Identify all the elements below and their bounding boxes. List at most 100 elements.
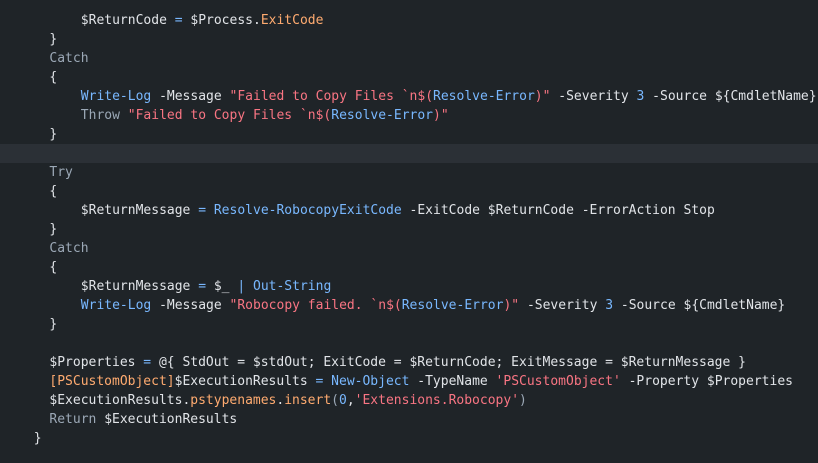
- code-token: "Failed to Copy Files `n$(: [127, 108, 332, 123]
- code-line-text: Catch: [49, 239, 88, 258]
- code-token: $ExecutionResults: [174, 374, 308, 389]
- code-token: )": [433, 108, 449, 123]
- code-token: =: [166, 13, 191, 28]
- code-token: pstypenames: [190, 393, 277, 408]
- code-line[interactable]: Return $ExecutionResults: [0, 410, 818, 429]
- code-line[interactable]: $ExecutionResults.pstypenames.insert(0,'…: [0, 391, 818, 410]
- code-line[interactable]: Write-Log -Message "Robocopy failed. `n$…: [0, 296, 818, 315]
- code-line-text: Write-Log -Message "Robocopy failed. `n$…: [81, 296, 785, 315]
- code-token: }: [49, 32, 58, 47]
- code-token: -TypeName: [409, 374, 496, 389]
- code-line-text: Throw "Failed to Copy Files `n$(Resolve-…: [81, 106, 449, 125]
- code-token: =: [135, 355, 159, 370]
- code-token: .: [253, 13, 261, 28]
- code-token: -Severity: [519, 298, 606, 313]
- code-line-text: Catch: [49, 49, 88, 68]
- code-token: $ReturnCode: [487, 203, 574, 218]
- code-line[interactable]: {: [0, 182, 818, 201]
- code-token: -Message: [151, 89, 230, 104]
- code-token: -Source: [613, 298, 684, 313]
- code-token: Throw: [80, 108, 120, 123]
- code-token: {: [49, 260, 58, 275]
- code-line-text: $ReturnCode = $Process.ExitCode: [81, 11, 324, 30]
- code-token: }: [33, 431, 42, 446]
- code-token: (: [331, 393, 339, 408]
- code-token: $ExecutionResults: [104, 412, 238, 427]
- code-token: $Properties: [49, 355, 136, 370]
- code-token: [PSCustomObject]: [49, 374, 175, 389]
- code-token: )": [503, 298, 520, 313]
- code-line-text: {: [49, 68, 57, 87]
- code-editor[interactable]: $ReturnCode = $Process.ExitCode} Catch { Wr…: [0, 0, 818, 463]
- code-token: }: [49, 317, 58, 332]
- code-token: =: [307, 374, 332, 389]
- code-token: $ReturnCode: [409, 355, 496, 370]
- code-token: Try: [49, 165, 73, 180]
- code-token: -Message: [151, 298, 230, 313]
- code-token: Write-Log: [80, 89, 152, 104]
- code-line-text: $ReturnMessage = $_ | Out-String: [81, 277, 331, 296]
- code-token: -Property: [620, 374, 707, 389]
- code-line[interactable]: Try: [0, 163, 818, 182]
- code-token: ; ExitCode =: [307, 355, 410, 370]
- code-token: Return: [49, 412, 97, 427]
- code-token: Resolve-Error: [401, 298, 504, 313]
- code-token: ExitCode: [260, 13, 324, 28]
- code-token: =: [190, 279, 214, 294]
- code-line-text: Try: [49, 163, 72, 182]
- code-token: Catch: [49, 241, 89, 256]
- code-token: $ReturnMessage: [80, 203, 191, 218]
- code-token: Resolve-RobocopyExitCode: [213, 203, 402, 218]
- code-line[interactable]: $ReturnCode = $Process.ExitCode: [0, 11, 818, 30]
- code-token: $_: [213, 279, 230, 294]
- code-token: 'Extensions.Robocopy': [354, 393, 520, 408]
- code-token: Out-String: [253, 279, 332, 294]
- code-token: @{ StdOut =: [158, 355, 253, 370]
- code-token: }: [730, 355, 746, 370]
- code-token: -Source: [644, 89, 715, 104]
- code-line[interactable]: [PSCustomObject]$ExecutionResults = New-…: [0, 372, 818, 391]
- code-token: 0: [339, 393, 347, 408]
- code-line-text: }: [49, 220, 57, 239]
- code-token: -ErrorAction Stop: [573, 203, 715, 218]
- code-token: Resolve-Error: [433, 89, 535, 104]
- code-line[interactable]: }: [0, 30, 818, 49]
- code-token: ${CmdletName}: [714, 89, 817, 104]
- code-line-text: Return $ExecutionResults: [49, 410, 237, 429]
- code-line[interactable]: $Properties = @{ StdOut = $stdOut; ExitC…: [0, 353, 818, 372]
- code-line[interactable]: {: [0, 68, 818, 87]
- code-line-text: }: [49, 125, 57, 144]
- code-token: 3: [605, 298, 614, 313]
- code-line[interactable]: [0, 144, 818, 163]
- code-line[interactable]: Throw "Failed to Copy Files `n$(Resolve-…: [0, 106, 818, 125]
- code-line[interactable]: $ReturnMessage = $_ | Out-String: [0, 277, 818, 296]
- code-token: $ReturnMessage: [620, 355, 731, 370]
- code-line-text: $ExecutionResults.pstypenames.insert(0,'…: [49, 391, 526, 410]
- code-line[interactable]: }: [0, 125, 818, 144]
- code-line-text: }: [49, 315, 57, 334]
- code-line[interactable]: Write-Log -Message "Failed to Copy Files…: [0, 87, 818, 106]
- code-line[interactable]: }: [0, 220, 818, 239]
- code-line[interactable]: {: [0, 258, 818, 277]
- code-line[interactable]: }: [0, 315, 818, 334]
- code-line-text: Write-Log -Message "Failed to Copy Files…: [81, 87, 817, 106]
- code-token: $ExecutionResults: [49, 393, 183, 408]
- code-token: Catch: [49, 51, 89, 66]
- code-token: insert: [284, 393, 332, 408]
- code-line[interactable]: }: [0, 429, 818, 448]
- code-token: ,: [346, 393, 355, 408]
- code-line[interactable]: [0, 334, 818, 353]
- code-token: -Severity: [550, 89, 637, 104]
- code-token: New-Object: [331, 374, 410, 389]
- code-token: $ReturnCode: [80, 13, 167, 28]
- code-line-text: $Properties = @{ StdOut = $stdOut; ExitC…: [49, 353, 746, 372]
- code-line[interactable]: Catch: [0, 239, 818, 258]
- code-line[interactable]: Catch: [0, 49, 818, 68]
- code-line-text: }: [49, 30, 57, 49]
- code-token: $Process: [190, 13, 253, 28]
- code-line[interactable]: $ReturnMessage = Resolve-RobocopyExitCod…: [0, 201, 818, 220]
- code-token: "Failed to Copy Files `n$(: [229, 89, 434, 104]
- code-line-text: [PSCustomObject]$ExecutionResults = New-…: [49, 372, 793, 391]
